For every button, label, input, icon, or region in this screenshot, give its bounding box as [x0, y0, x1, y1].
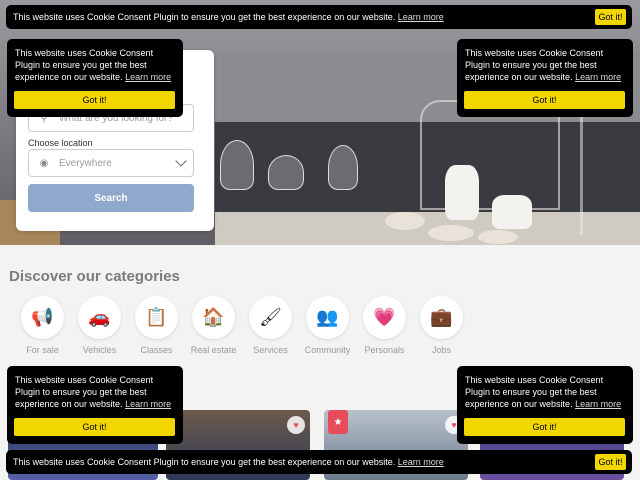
category-jobs[interactable]: 💼 Jobs [413, 296, 470, 355]
learn-more-link[interactable]: Learn more [398, 457, 444, 467]
got-it-button[interactable]: Got it! [464, 91, 625, 109]
category-for-sale[interactable]: 📢 For sale [14, 296, 71, 355]
category-classes[interactable]: 📋 Classes [128, 296, 185, 355]
chevron-down-icon [175, 155, 187, 167]
cookie-message: This website uses Cookie Consent Plugin … [13, 12, 396, 22]
categories-title: Discover our categories [9, 268, 180, 285]
learn-more-link[interactable]: Learn more [575, 399, 621, 409]
cookie-popup-bottom-left: This website uses Cookie Consent Plugin … [7, 366, 183, 444]
learn-more-link[interactable]: Learn more [125, 399, 171, 409]
category-label: Real estate [190, 345, 237, 355]
location-select[interactable]: ◉ Everywhere [28, 149, 194, 177]
favorite-heart-icon[interactable]: ♥ [287, 416, 305, 434]
category-label: Classes [140, 345, 173, 355]
category-label: For sale [26, 345, 59, 355]
paint-roller-icon: 🖌 [249, 296, 292, 339]
house-icon: 🏠 [192, 296, 235, 339]
got-it-button[interactable]: Got it! [14, 91, 175, 109]
category-services[interactable]: 🖌 Services [242, 296, 299, 355]
cookie-popup-bottom-right: This website uses Cookie Consent Plugin … [457, 366, 633, 444]
location-value: Everywhere [59, 157, 112, 169]
categories-list: 📢 For sale 🚗 Vehicles 📋 Classes 🏠 Real e… [14, 296, 470, 355]
got-it-button[interactable]: Got it! [464, 418, 625, 436]
category-personals[interactable]: 💗 Personals [356, 296, 413, 355]
learn-more-link[interactable]: Learn more [125, 72, 171, 82]
search-button[interactable]: Search [28, 184, 194, 212]
learn-more-link[interactable]: Learn more [398, 12, 444, 22]
cookie-bar-bottom: This website uses Cookie Consent Plugin … [6, 450, 632, 474]
chalkboard-icon: 📋 [135, 296, 178, 339]
got-it-button[interactable]: Got it! [595, 454, 626, 470]
location-pin-icon: ◉ [39, 157, 49, 169]
location-label: Choose location [28, 138, 93, 148]
category-label: Community [304, 345, 351, 355]
cookie-popup-top-right: This website uses Cookie Consent Plugin … [457, 39, 633, 117]
featured-star-icon: ★ [328, 410, 348, 434]
cookie-popup-top-left: This website uses Cookie Consent Plugin … [7, 39, 183, 117]
car-icon: 🚗 [78, 296, 121, 339]
cookie-message: This website uses Cookie Consent Plugin … [13, 457, 396, 467]
got-it-button[interactable]: Got it! [14, 418, 175, 436]
category-label: Vehicles [82, 345, 117, 355]
category-real-estate[interactable]: 🏠 Real estate [185, 296, 242, 355]
briefcase-icon: 💼 [420, 296, 463, 339]
category-vehicles[interactable]: 🚗 Vehicles [71, 296, 128, 355]
category-label: Personals [364, 345, 405, 355]
learn-more-link[interactable]: Learn more [575, 72, 621, 82]
cookie-bar-top: This website uses Cookie Consent Plugin … [6, 5, 632, 29]
category-label: Services [253, 345, 288, 355]
category-label: Jobs [431, 345, 451, 355]
people-icon: 👥 [306, 296, 349, 339]
category-community[interactable]: 👥 Community [299, 296, 356, 355]
megaphone-icon: 📢 [21, 296, 64, 339]
got-it-button[interactable]: Got it! [595, 9, 626, 25]
heart-magnifier-icon: 💗 [363, 296, 406, 339]
